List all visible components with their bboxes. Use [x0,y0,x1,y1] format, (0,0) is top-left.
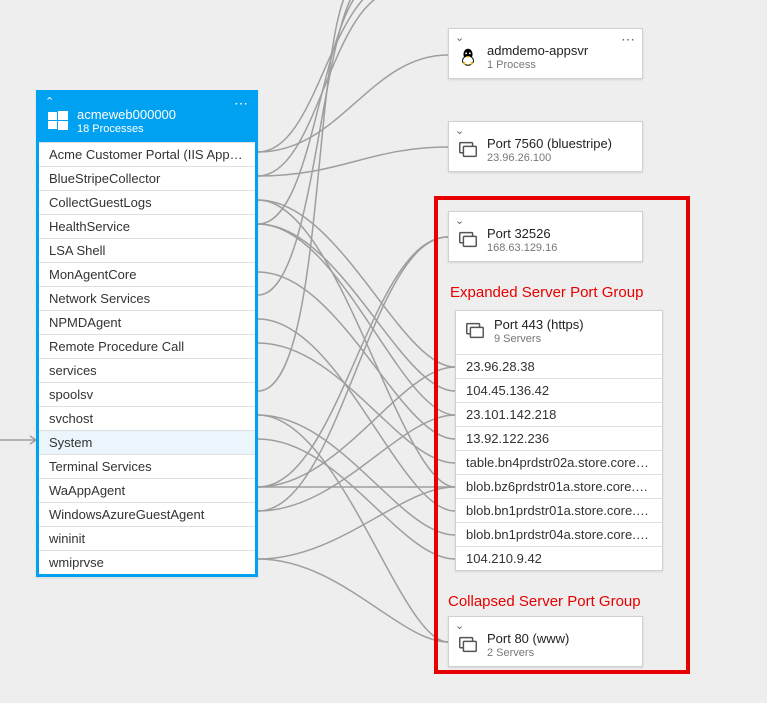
process-row[interactable]: spoolsv [39,382,255,406]
server-row[interactable]: blob.bz6prdstr01a.store.core.w… [456,474,662,498]
port-32526-header[interactable]: ⌄ Port 32526 168.63.129.16 [449,212,642,261]
process-row[interactable]: svchost [39,406,255,430]
process-row[interactable]: Remote Procedure Call [39,334,255,358]
port-7560-node[interactable]: ⌄ Port 7560 (bluestripe) 23.96.26.100 [448,121,643,172]
appsvr-header[interactable]: ⌄ ⋯ admdemo-appsvr 1 Process [449,29,642,78]
server-row[interactable]: 13.92.122.236 [456,426,662,450]
process-row[interactable]: WindowsAzureGuestAgent [39,502,255,526]
process-row[interactable]: wininit [39,526,255,550]
expand-icon[interactable]: ⌄ [455,216,464,227]
process-row[interactable]: Acme Customer Portal (IIS App… [39,142,255,166]
port-443-node[interactable]: Port 443 (https) 9 Servers 23.96.28.3810… [455,310,663,571]
port-80-node[interactable]: ⌄ Port 80 (www) 2 Servers [448,616,643,667]
port-443-header[interactable]: Port 443 (https) 9 Servers [456,311,662,354]
port-80-subtitle: 2 Servers [487,647,569,660]
process-row[interactable]: NPMDAgent [39,310,255,334]
port-7560-subtitle: 23.96.26.100 [487,152,612,165]
expand-icon[interactable]: ⌄ [455,621,464,632]
process-row[interactable]: Terminal Services [39,454,255,478]
server-row[interactable]: 104.210.9.42 [456,546,662,570]
port-7560-header[interactable]: ⌄ Port 7560 (bluestripe) 23.96.26.100 [449,122,642,171]
server-group-icon [457,229,479,251]
port-32526-title: Port 32526 [487,226,557,242]
annotation-collapsed-label: Collapsed Server Port Group [448,593,641,610]
expand-icon[interactable]: ⌄ [455,33,464,44]
server-row[interactable]: 23.101.142.218 [456,402,662,426]
process-row[interactable]: WaAppAgent [39,478,255,502]
node-menu-icon[interactable]: ⋯ [621,31,636,48]
appsvr-subtitle: 1 Process [487,59,588,72]
server-row[interactable]: blob.bn1prdstr01a.store.core.w… [456,498,662,522]
server-group-icon [457,634,479,656]
port-80-title: Port 80 (www) [487,631,569,647]
server-row[interactable]: blob.bn1prdstr04a.store.core.w… [456,522,662,546]
source-node-title: acmeweb000000 [77,107,176,123]
server-group-icon [457,139,479,161]
appsvr-node[interactable]: ⌄ ⋯ admdemo-appsvr 1 Process [448,28,643,79]
collapse-icon[interactable]: ⌃ [45,97,54,108]
process-row[interactable]: System [39,430,255,454]
port-443-server-list: 23.96.28.38104.45.136.4223.101.142.21813… [456,354,662,570]
server-row[interactable]: table.bn4prdstr02a.store.core.… [456,450,662,474]
windows-icon [47,110,69,132]
server-row[interactable]: 23.96.28.38 [456,354,662,378]
server-group-icon [464,320,486,342]
source-server-node[interactable]: ⌃ ⋯ acmeweb000000 18 Processes Acme Cust… [36,90,258,577]
process-row[interactable]: BlueStripeCollector [39,166,255,190]
port-32526-node[interactable]: ⌄ Port 32526 168.63.129.16 [448,211,643,262]
process-row[interactable]: HealthService [39,214,255,238]
port-32526-subtitle: 168.63.129.16 [487,242,557,255]
port-80-header[interactable]: ⌄ Port 80 (www) 2 Servers [449,617,642,666]
process-row[interactable]: Network Services [39,286,255,310]
source-node-header[interactable]: ⌃ ⋯ acmeweb000000 18 Processes [39,93,255,142]
process-row[interactable]: CollectGuestLogs [39,190,255,214]
process-row[interactable]: wmiprvse [39,550,255,574]
process-row[interactable]: LSA Shell [39,238,255,262]
expand-icon[interactable]: ⌄ [455,126,464,137]
process-row[interactable]: MonAgentCore [39,262,255,286]
process-row[interactable]: services [39,358,255,382]
appsvr-title: admdemo-appsvr [487,43,588,59]
node-menu-icon[interactable]: ⋯ [234,95,249,112]
source-node-subtitle: 18 Processes [77,123,176,136]
port-443-title: Port 443 (https) [494,317,584,333]
port-7560-title: Port 7560 (bluestripe) [487,136,612,152]
port-443-subtitle: 9 Servers [494,333,584,346]
linux-icon [457,46,479,68]
server-row[interactable]: 104.45.136.42 [456,378,662,402]
source-process-list: Acme Customer Portal (IIS App…BlueStripe… [39,142,255,574]
annotation-expanded-label: Expanded Server Port Group [450,284,643,301]
